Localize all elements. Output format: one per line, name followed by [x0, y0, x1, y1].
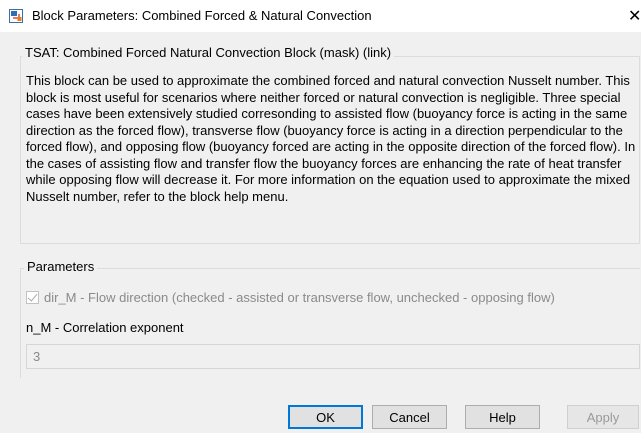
mask-description-text: This block can be used to approximate th…	[26, 73, 636, 204]
window-title: Block Parameters: Combined Forced & Natu…	[32, 8, 372, 23]
help-button[interactable]: Help	[465, 405, 540, 429]
ok-button[interactable]: OK	[288, 405, 363, 429]
apply-button[interactable]: Apply	[567, 405, 639, 429]
simulink-block-icon	[9, 9, 23, 23]
correlation-exponent-input[interactable]	[26, 344, 640, 369]
flow-direction-label: dir_M - Flow direction (checked - assist…	[44, 290, 555, 305]
parameters-group-label: Parameters	[24, 259, 98, 274]
correlation-exponent-label: n_M - Correlation exponent	[26, 320, 184, 335]
close-icon[interactable]: ✕	[628, 6, 641, 26]
cancel-button[interactable]: Cancel	[372, 405, 447, 429]
title-bar[interactable]: Block Parameters: Combined Forced & Natu…	[0, 0, 641, 32]
flow-direction-checkbox-row[interactable]: dir_M - Flow direction (checked - assist…	[26, 290, 641, 305]
flow-direction-checkbox[interactable]	[26, 291, 39, 304]
mask-group-label: TSAT: Combined Forced Natural Convection…	[22, 45, 395, 60]
